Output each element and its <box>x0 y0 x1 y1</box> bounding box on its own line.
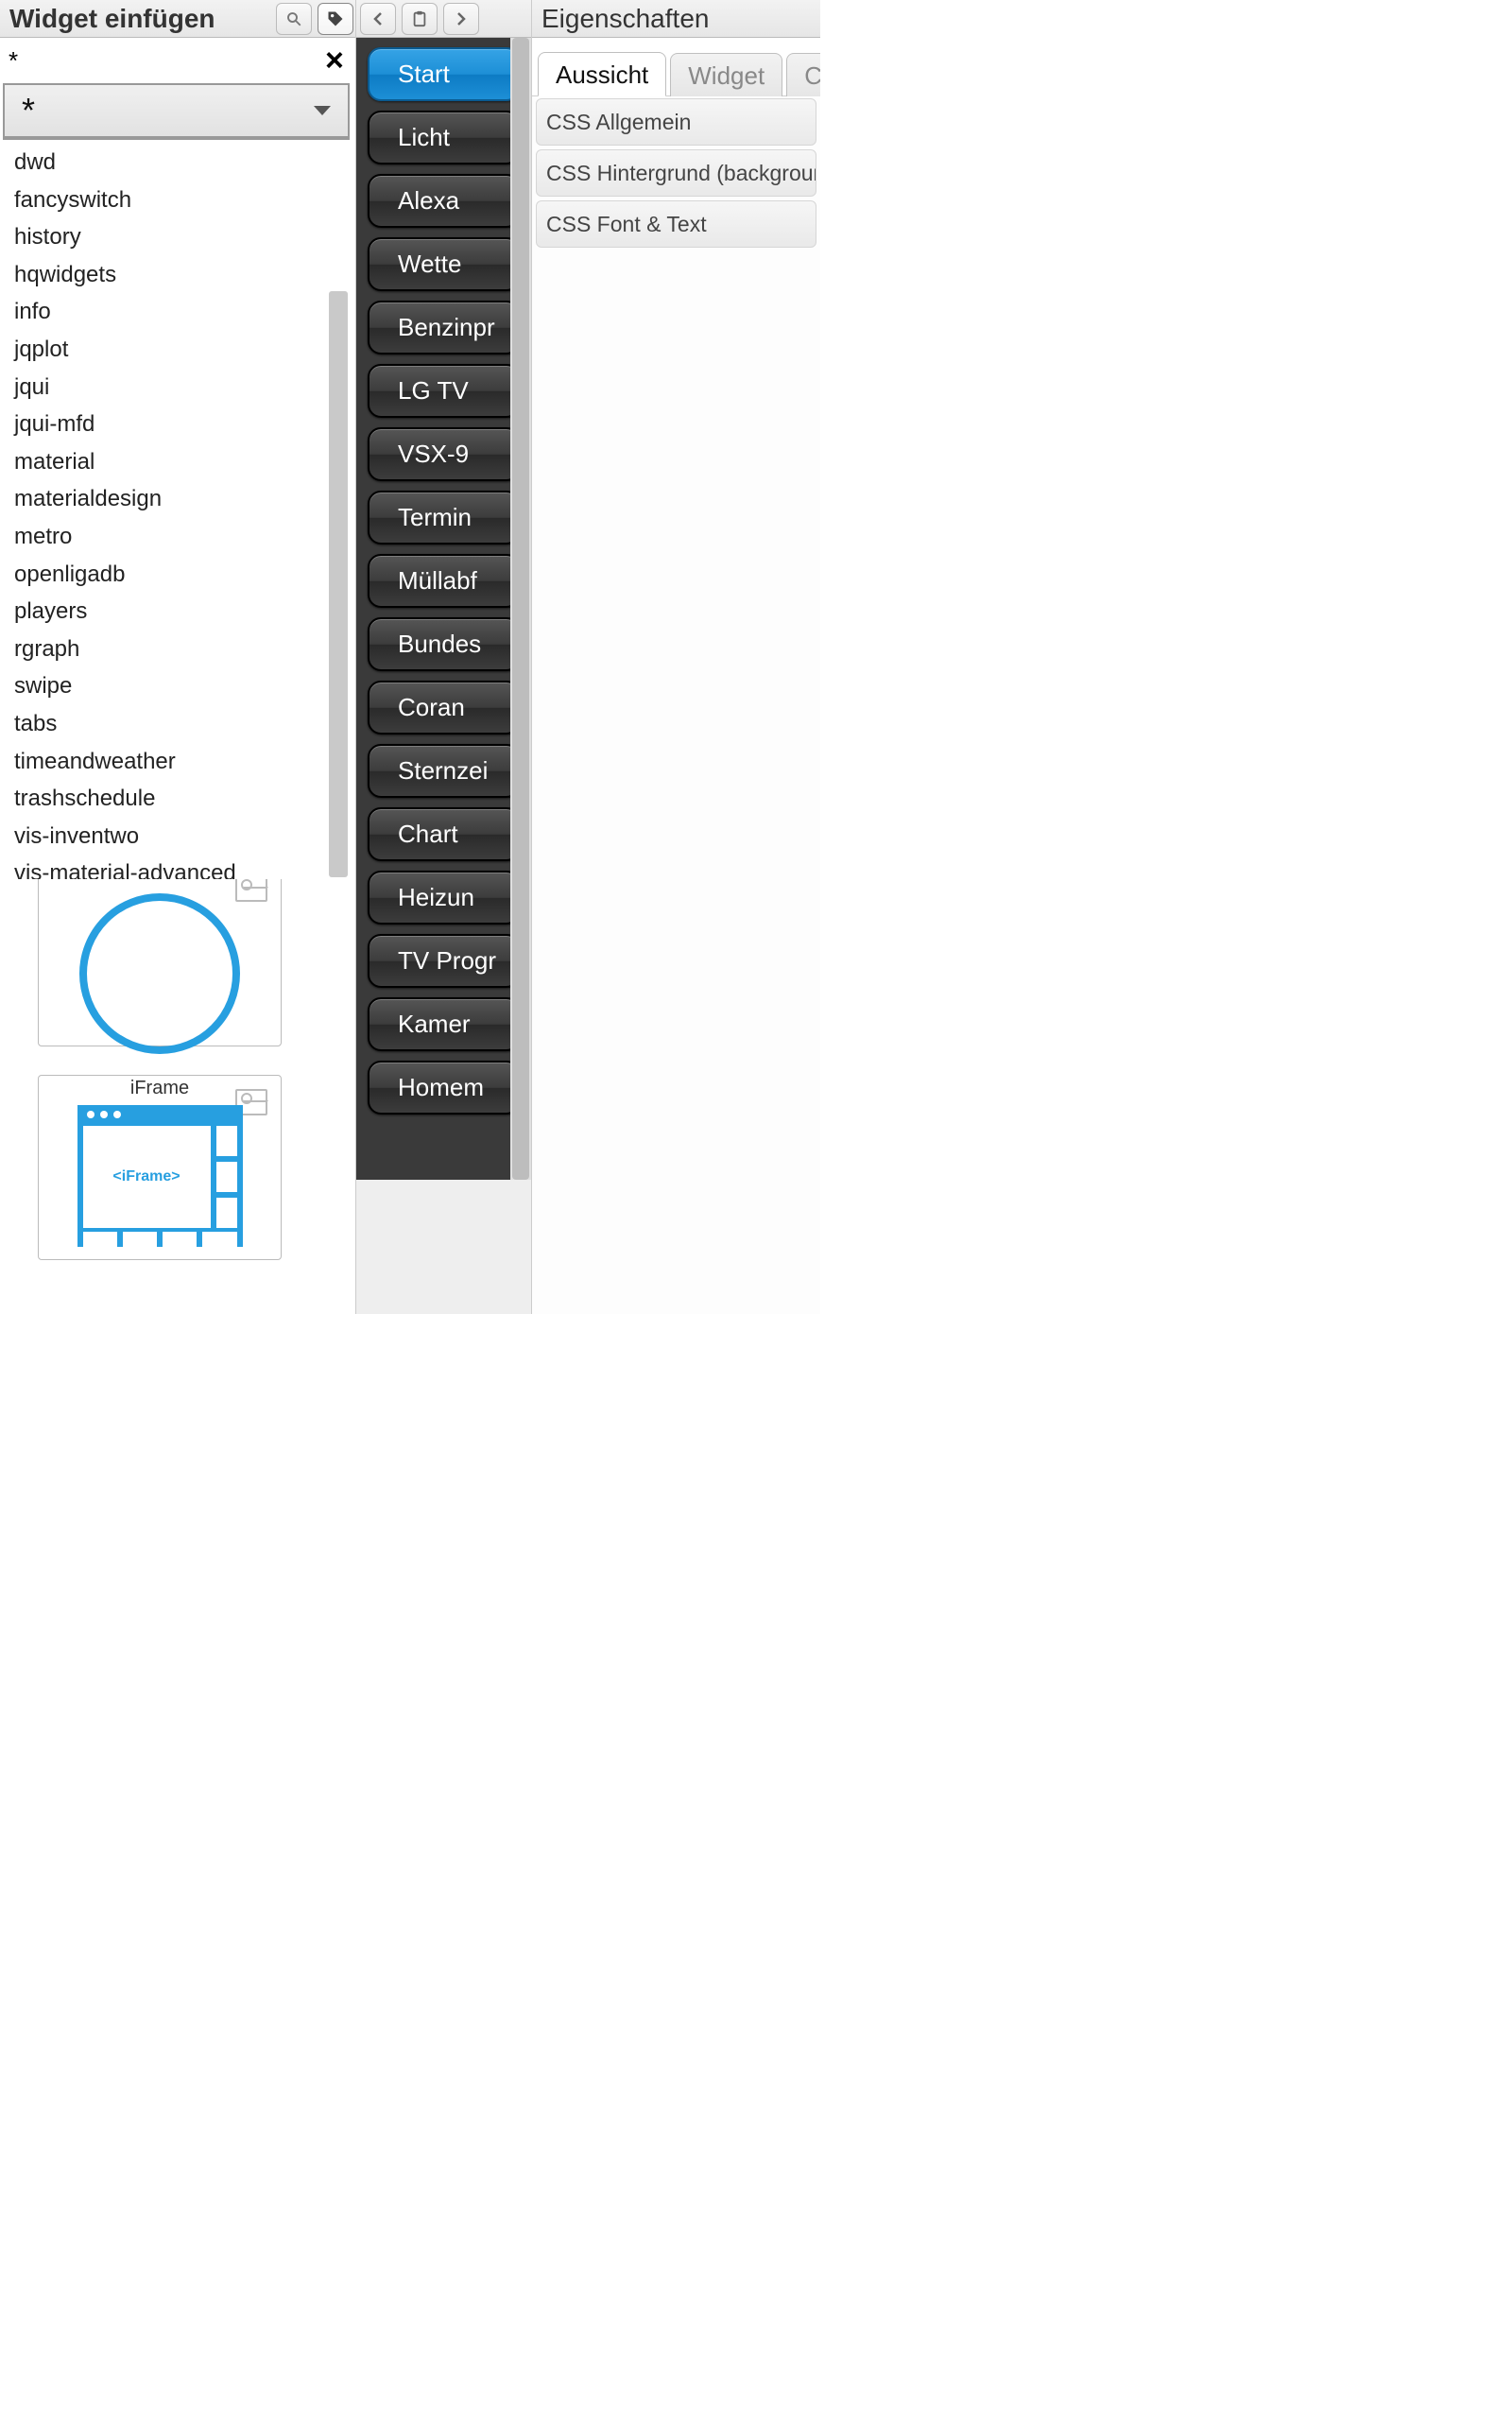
chevron-right-icon <box>455 11 468 26</box>
preview-toolbar <box>356 0 531 38</box>
widget-set-select[interactable]: * <box>3 83 350 138</box>
widget-set-option[interactable]: history <box>3 218 350 256</box>
iframe-preview-graphic: <iFrame> <box>77 1105 243 1247</box>
chevron-left-icon <box>371 11 385 26</box>
chevron-down-icon <box>314 106 331 115</box>
next-view-button[interactable] <box>443 3 479 35</box>
view-nav-button[interactable]: Homem <box>368 1061 520 1115</box>
properties-tabs: AussichtWidgetCS <box>532 38 820 96</box>
tag-filter-button[interactable] <box>318 3 353 35</box>
widget-set-option[interactable]: vis-material-advanced <box>3 855 350 879</box>
view-nav-button[interactable]: LG TV <box>368 364 520 418</box>
widget-set-option[interactable]: players <box>3 593 350 631</box>
svg-circle-preview <box>79 893 240 1054</box>
view-nav-button[interactable]: Heizun <box>368 871 520 925</box>
widget-set-options-list: dwdfancyswitchhistoryhqwidgetsinfojqplot… <box>3 138 350 879</box>
widget-gallery: Svg shape iFrame <iFrame> <box>0 879 355 1303</box>
properties-tab[interactable]: Aussicht <box>538 52 666 96</box>
widget-set-option[interactable]: info <box>3 293 350 331</box>
properties-tab[interactable]: CS <box>786 53 820 96</box>
widget-set-option[interactable]: tabs <box>3 705 350 743</box>
view-nav-button[interactable]: Licht <box>368 111 520 164</box>
filter-input-row: × <box>3 38 350 83</box>
preview-scrollbar-thumb[interactable] <box>512 38 529 1180</box>
view-nav-button[interactable]: VSX-9 <box>368 427 520 481</box>
widget-filter-dropdown: × * dwdfancyswitchhistoryhqwidgetsinfojq… <box>3 38 350 879</box>
widget-set-option[interactable]: trashschedule <box>3 780 350 818</box>
view-nav-button[interactable]: Benzinpr <box>368 301 520 354</box>
view-nav-button[interactable]: TV Progr <box>368 934 520 988</box>
widget-set-option[interactable]: dwd <box>3 144 350 182</box>
widget-set-option[interactable]: material <box>3 443 350 481</box>
widget-set-option[interactable]: jqui-mfd <box>3 406 350 443</box>
widget-set-option[interactable]: metro <box>3 518 350 556</box>
properties-title: Eigenschaften <box>541 4 709 34</box>
widget-set-option[interactable]: vis-inventwo <box>3 818 350 856</box>
accordion-header[interactable]: CSS Font & Text <box>536 200 816 248</box>
widget-insert-panel: Widget einfügen Svg shape iFrame <iFrame… <box>0 0 356 1314</box>
preview-viewport: Start Licht Alexa Wette Benzinpr LG TV VSX-9 Te… <box>356 38 531 1180</box>
preview-panel: Start Licht Alexa Wette Benzinpr LG TV VSX-9 Te… <box>356 0 531 1314</box>
view-nav-button[interactable]: Müllabf <box>368 554 520 608</box>
widget-set-option[interactable]: openligadb <box>3 556 350 594</box>
accordion-header[interactable]: CSS Hintergrund (background <box>536 149 816 197</box>
properties-accordion: CSS AllgemeinCSS Hintergrund (background… <box>532 96 820 253</box>
widget-card-iframe[interactable]: iFrame <iFrame> <box>38 1075 282 1260</box>
view-nav-button[interactable]: Alexa <box>368 174 520 228</box>
image-placeholder-icon <box>235 875 267 902</box>
view-nav-button[interactable]: Sternzei <box>368 744 520 798</box>
view-nav-button[interactable]: Wette <box>368 237 520 291</box>
clipboard-icon <box>412 10 427 27</box>
widget-set-option[interactable]: swipe <box>3 667 350 705</box>
search-icon <box>285 10 302 27</box>
view-nav-button[interactable]: Termin <box>368 491 520 544</box>
widget-set-option[interactable]: jqplot <box>3 331 350 369</box>
widget-set-option[interactable]: timeandweather <box>3 743 350 781</box>
widget-set-option[interactable]: rgraph <box>3 631 350 668</box>
prev-view-button[interactable] <box>360 3 396 35</box>
widget-set-option[interactable]: fancyswitch <box>3 182 350 219</box>
widget-set-option[interactable]: materialdesign <box>3 480 350 518</box>
widget-set-option[interactable]: hqwidgets <box>3 256 350 294</box>
view-nav-button[interactable]: Start <box>368 47 520 101</box>
widget-insert-title: Widget einfügen <box>2 4 270 34</box>
preview-scrollbar-track[interactable] <box>510 38 531 1180</box>
properties-panel: Eigenschaften AussichtWidgetCS CSS Allge… <box>531 0 820 1314</box>
filter-input[interactable] <box>9 46 325 76</box>
view-nav-button[interactable]: Chart <box>368 807 520 861</box>
widget-set-option[interactable]: jqui <box>3 369 350 406</box>
tag-icon <box>326 9 345 28</box>
clipboard-button[interactable] <box>402 3 438 35</box>
widget-card-svg-shape[interactable]: Svg shape <box>38 861 282 1046</box>
properties-header: Eigenschaften <box>532 0 820 38</box>
iframe-tag-label: <iFrame> <box>83 1126 211 1228</box>
widget-set-select-value: * <box>22 91 35 130</box>
accordion-header[interactable]: CSS Allgemein <box>536 98 816 146</box>
view-nav-button[interactable]: Kamer <box>368 997 520 1051</box>
search-button[interactable] <box>276 3 312 35</box>
properties-tab[interactable]: Widget <box>670 53 782 96</box>
dropdown-scrollbar[interactable] <box>329 291 348 877</box>
view-nav-button[interactable]: Bundes <box>368 617 520 671</box>
widget-insert-header: Widget einfügen <box>0 0 355 38</box>
clear-filter-button[interactable]: × <box>325 43 344 79</box>
view-nav-button[interactable]: Coran <box>368 681 520 735</box>
